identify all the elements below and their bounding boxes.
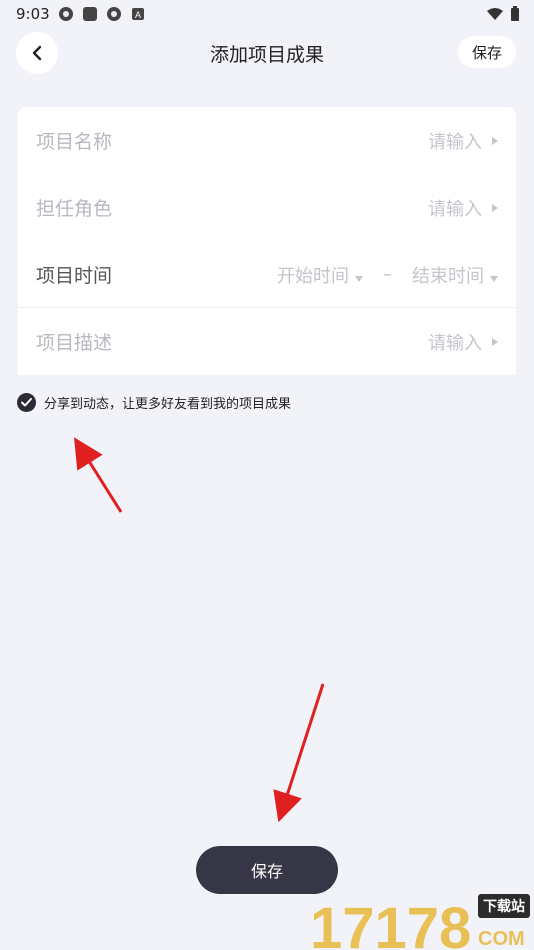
project-name-label: 项目名称 [36,131,113,153]
status-notification-icons: A [58,6,146,22]
square-icon [83,7,97,21]
wifi-icon [487,8,503,20]
save-button-top[interactable]: 保存 [458,36,516,68]
project-time-field: 项目时间 开始时间 – 结束时间 [18,241,516,308]
time-separator: – [383,264,392,285]
end-time-text: 结束时间 [412,265,484,287]
aperture-icon [59,7,73,21]
start-time-text: 开始时间 [277,265,349,287]
caret-right-icon [492,203,498,212]
role-label: 担任角色 [36,198,113,220]
description-input[interactable]: 请输入 [428,329,482,355]
project-time-label: 项目时间 [36,265,113,287]
save-button-bottom[interactable]: 保存 [196,846,338,894]
share-to-feed-checkbox[interactable]: 分享到动态，让更多好友看到我的项目成果 [17,393,291,412]
watermark-number: 17178 [310,896,471,950]
start-time-select[interactable]: 开始时间 [277,262,363,288]
role-field[interactable]: 担任角色 请输入 [18,174,516,241]
annotation-arrow [273,683,325,823]
svg-text:A: A [135,10,141,20]
a-badge-icon: A [132,8,144,20]
end-time-select[interactable]: 结束时间 [412,262,498,288]
aperture-icon [107,7,121,21]
watermark-domain: COM [478,928,525,950]
description-label: 项目描述 [36,332,113,354]
project-name-input[interactable]: 请输入 [428,128,482,154]
project-form: 项目名称 请输入 担任角色 请输入 项目时间 开始时间 – 结束时间 项目描述 … [18,107,516,375]
share-label: 分享到动态，让更多好友看到我的项目成果 [44,397,292,412]
status-time: 9:03 [16,5,50,23]
caret-down-icon [490,275,498,282]
status-system-icons [486,6,520,22]
role-input[interactable]: 请输入 [428,195,482,221]
caret-right-icon [492,337,498,346]
checkmark-icon[interactable] [17,393,36,412]
project-name-field[interactable]: 项目名称 请输入 [18,107,516,174]
page-title: 添加项目成果 [209,44,324,66]
caret-down-icon [355,275,363,282]
caret-right-icon [492,136,498,145]
header: 添加项目成果 保存 [0,30,534,76]
battery-icon [511,6,519,21]
status-bar: 9:03 A [0,0,534,28]
description-field[interactable]: 项目描述 请输入 [18,308,516,375]
annotation-arrow [74,437,123,513]
watermark-badge: 下载站 [478,894,530,918]
